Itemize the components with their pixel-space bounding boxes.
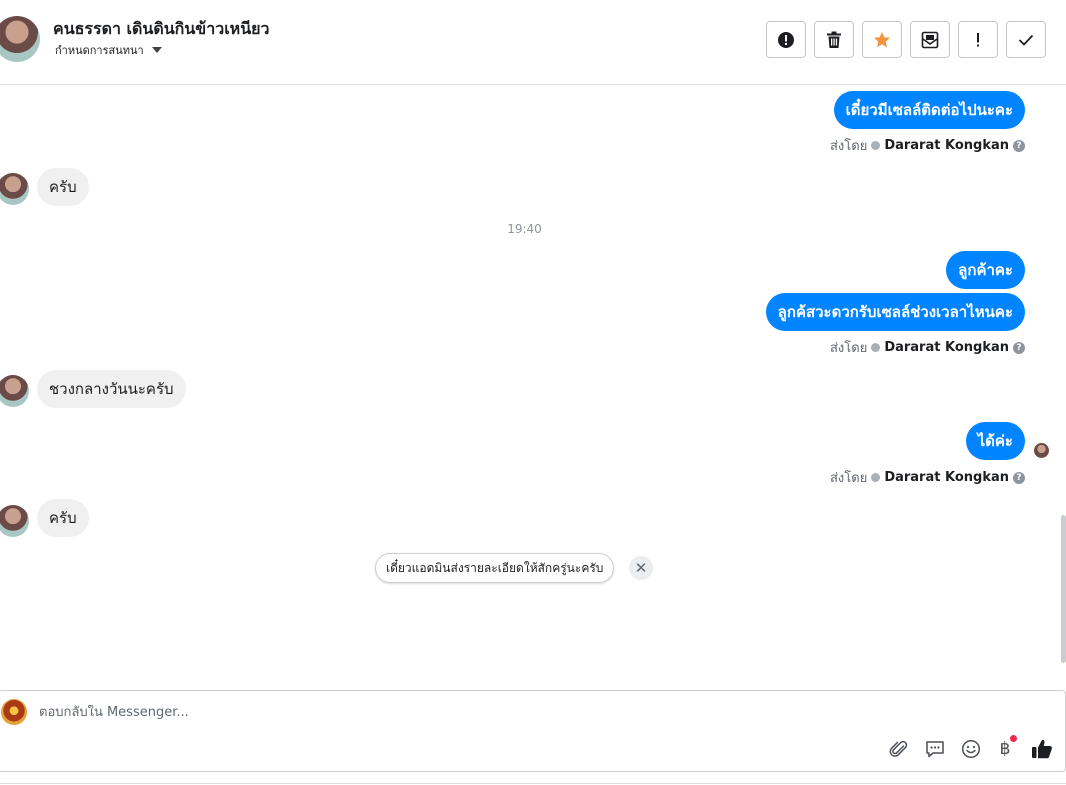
incoming-message[interactable]: ชวงกลางวันนะครับ <box>37 370 186 408</box>
seen-indicator-avatar <box>1034 443 1049 458</box>
payment-button[interactable]: ฿ <box>993 735 1017 761</box>
thumbs-up-icon <box>1032 739 1052 759</box>
outgoing-message[interactable]: ได้ค่ะ <box>965 422 1025 460</box>
message-timestamp: 19:40 <box>507 222 542 236</box>
report-spam-button[interactable] <box>766 21 806 58</box>
star-icon <box>874 31 890 47</box>
conversation-header: คนธรรดา เดินดินกินข้าวเหนียว กำหนดการสนท… <box>0 0 1066 85</box>
paperclip-icon <box>889 740 908 757</box>
follow-up-button[interactable] <box>958 21 998 58</box>
exclamation-icon <box>977 32 979 46</box>
reply-composer: ฿ <box>0 690 1066 772</box>
emoji-button[interactable] <box>959 737 983 761</box>
trash-icon <box>827 31 841 48</box>
thread-scrollbar[interactable] <box>1061 515 1066 663</box>
mark-unread-button[interactable] <box>910 21 950 58</box>
attach-button[interactable] <box>887 737 911 761</box>
sender-name: Dararat Kongkan <box>884 138 1009 153</box>
schedule-label: กำหนดการสนทนา <box>55 44 144 57</box>
sent-by-label: ส่งโดย Dararat Kongkan ? <box>830 337 1025 358</box>
contact-avatar-small <box>0 173 29 205</box>
notification-dot <box>1010 735 1017 742</box>
sent-by-prefix: ส่งโดย <box>829 471 868 486</box>
page-avatar <box>1 699 27 725</box>
suggested-reply-chip[interactable]: เดี๋ยวแอดมินส่งรายละเอียดให้สักครู่นะครั… <box>375 553 615 583</box>
verified-icon <box>871 141 881 150</box>
contact-avatar-small <box>0 505 29 537</box>
help-icon[interactable]: ? <box>1013 471 1025 484</box>
delete-button[interactable] <box>814 21 854 58</box>
contact-name[interactable]: คนธรรดา เดินดินกินข้าวเหนียว <box>53 17 270 42</box>
envelope-icon <box>921 31 939 48</box>
incoming-message[interactable]: ครับ <box>37 499 89 537</box>
bottom-divider <box>0 783 1066 784</box>
close-icon[interactable]: ✕ <box>629 556 653 580</box>
help-icon[interactable]: ? <box>1013 341 1025 354</box>
outgoing-message[interactable]: เดี๋ยวมีเซลล์ติดต่อไปนะคะ <box>833 91 1025 129</box>
sent-by-label: ส่งโดย Dararat Kongkan ? <box>830 135 1025 156</box>
like-button[interactable] <box>1030 737 1054 761</box>
emoji-icon <box>961 739 981 759</box>
message-thread[interactable]: เดี๋ยวมีเซลล์ติดต่อไปนะคะ ส่งโดย Dararat… <box>0 86 1060 686</box>
schedule-dropdown[interactable]: กำหนดการสนทนา <box>55 41 162 59</box>
verified-icon <box>871 473 881 482</box>
sent-by-prefix: ส่งโดย <box>829 341 868 356</box>
checkmark-icon <box>1018 34 1034 46</box>
alert-circle-icon <box>778 31 794 48</box>
outgoing-message[interactable]: ลูกค้าคะ <box>946 251 1025 289</box>
outgoing-message[interactable]: ลูกค้สวะดวกรับเซลล์ช่วงเวลาไหนคะ <box>765 293 1025 331</box>
mark-done-button[interactable] <box>1006 21 1046 58</box>
verified-icon <box>871 343 881 352</box>
sender-name: Dararat Kongkan <box>884 470 1009 485</box>
contact-avatar-small <box>0 375 29 407</box>
sent-by-label: ส่งโดย Dararat Kongkan ? <box>830 467 1025 488</box>
caret-down-icon <box>151 47 162 53</box>
saved-replies-button[interactable] <box>923 737 947 761</box>
star-button[interactable] <box>862 21 902 58</box>
sender-name: Dararat Kongkan <box>884 340 1009 355</box>
sent-by-prefix: ส่งโดย <box>829 139 868 154</box>
incoming-message[interactable]: ครับ <box>37 168 89 206</box>
contact-avatar[interactable] <box>0 16 40 62</box>
reply-input[interactable] <box>39 705 739 720</box>
saved-reply-icon <box>926 741 944 758</box>
baht-payment-icon: ฿ <box>999 739 1011 759</box>
help-icon[interactable]: ? <box>1013 139 1025 152</box>
